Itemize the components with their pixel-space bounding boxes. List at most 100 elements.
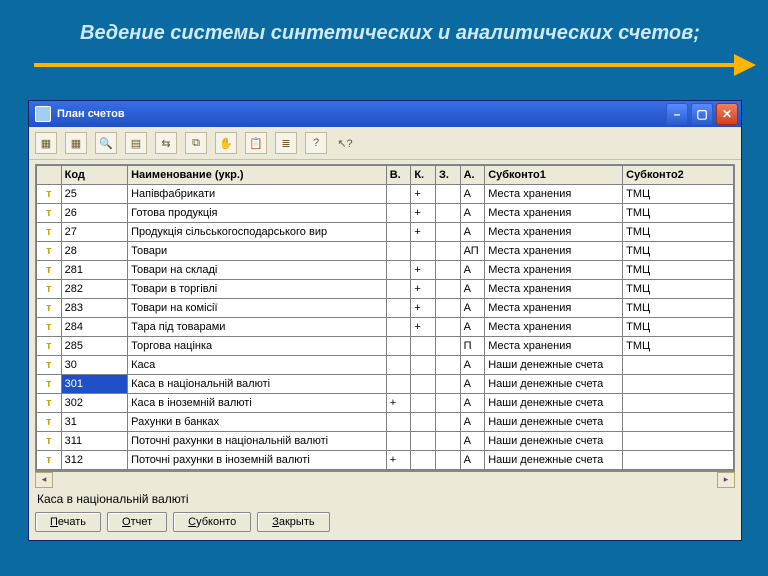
cell-a[interactable]: А bbox=[460, 375, 485, 394]
cell-sub2[interactable]: ТМЦ bbox=[623, 223, 734, 242]
cell-a[interactable]: АП bbox=[460, 242, 485, 261]
cell-sub1[interactable]: Места хранения bbox=[485, 204, 623, 223]
cell-z[interactable] bbox=[435, 280, 460, 299]
table-row[interactable]: т311Поточні рахунки в національній валют… bbox=[37, 432, 734, 451]
cell-code[interactable]: 302 bbox=[61, 394, 127, 413]
cell-name[interactable]: Каса в національній валюті bbox=[128, 375, 387, 394]
cell-sub1[interactable]: Места хранения bbox=[485, 318, 623, 337]
cell-sub2[interactable] bbox=[623, 394, 734, 413]
cell-v[interactable] bbox=[386, 413, 411, 432]
cell-name[interactable]: Тара під товарами bbox=[128, 318, 387, 337]
cell-name[interactable]: Каса bbox=[128, 356, 387, 375]
cell-z[interactable] bbox=[435, 413, 460, 432]
table-row[interactable]: т284Тара під товарами+АМеста храненияТМЦ bbox=[37, 318, 734, 337]
tool-find-icon[interactable]: 🔍 bbox=[95, 132, 117, 154]
cell-name[interactable]: Готова продукція bbox=[128, 204, 387, 223]
cell-z[interactable] bbox=[435, 318, 460, 337]
cell-k[interactable]: + bbox=[411, 261, 436, 280]
cell-z[interactable] bbox=[435, 299, 460, 318]
close-window-button[interactable]: Закрыть bbox=[257, 512, 329, 532]
table-row[interactable]: т26Готова продукція+АМеста храненияТМЦ bbox=[37, 204, 734, 223]
cell-name[interactable]: Каса в іноземній валюті bbox=[128, 394, 387, 413]
cell-code[interactable]: 25 bbox=[61, 185, 127, 204]
cell-a[interactable]: А bbox=[460, 394, 485, 413]
cell-a[interactable]: А bbox=[460, 318, 485, 337]
cell-z[interactable] bbox=[435, 394, 460, 413]
cell-v[interactable]: + bbox=[386, 394, 411, 413]
cell-code[interactable]: 284 bbox=[61, 318, 127, 337]
cell-k[interactable]: + bbox=[411, 223, 436, 242]
table-row[interactable]: т312Поточні рахунки в іноземній валюті+А… bbox=[37, 451, 734, 470]
cell-code[interactable]: 27 bbox=[61, 223, 127, 242]
cell-k[interactable]: + bbox=[411, 299, 436, 318]
maximize-button[interactable]: ▢ bbox=[691, 103, 713, 125]
cell-v[interactable] bbox=[386, 299, 411, 318]
cell-z[interactable] bbox=[435, 451, 460, 470]
cell-v[interactable] bbox=[386, 318, 411, 337]
col-sub1-header[interactable]: Субконто1 bbox=[485, 166, 623, 185]
tool-hand-icon[interactable]: ✋ bbox=[215, 132, 237, 154]
cell-k[interactable] bbox=[411, 242, 436, 261]
cell-name[interactable]: Поточні рахунки в іноземній валюті bbox=[128, 451, 387, 470]
cell-a[interactable]: А bbox=[460, 432, 485, 451]
cell-v[interactable] bbox=[386, 432, 411, 451]
cell-k[interactable]: + bbox=[411, 204, 436, 223]
table-row[interactable]: т25Напівфабрикати+АМеста храненияТМЦ bbox=[37, 185, 734, 204]
cell-sub1[interactable]: Наши денежные счета bbox=[485, 413, 623, 432]
cell-name[interactable]: Торгова націнка bbox=[128, 337, 387, 356]
close-button[interactable]: ✕ bbox=[716, 103, 738, 125]
cell-code[interactable]: 312 bbox=[61, 451, 127, 470]
cell-code[interactable]: 311 bbox=[61, 432, 127, 451]
cell-name[interactable]: Товари в торгівлі bbox=[128, 280, 387, 299]
cell-z[interactable] bbox=[435, 337, 460, 356]
tool-new-icon[interactable]: ▦ bbox=[35, 132, 57, 154]
cell-k[interactable]: + bbox=[411, 318, 436, 337]
table-row[interactable]: т27Продукція сільськогосподарського вир+… bbox=[37, 223, 734, 242]
cell-z[interactable] bbox=[435, 375, 460, 394]
cell-k[interactable] bbox=[411, 337, 436, 356]
cell-sub1[interactable]: Места хранения bbox=[485, 337, 623, 356]
cell-sub2[interactable]: ТМЦ bbox=[623, 299, 734, 318]
cell-z[interactable] bbox=[435, 432, 460, 451]
cell-a[interactable]: А bbox=[460, 451, 485, 470]
table-row[interactable]: т31Рахунки в банкахАНаши денежные счета bbox=[37, 413, 734, 432]
tool-edit-icon[interactable]: ▦ bbox=[65, 132, 87, 154]
cell-name[interactable]: Напівфабрикати bbox=[128, 185, 387, 204]
cell-sub1[interactable]: Места хранения bbox=[485, 261, 623, 280]
tool-copy-icon[interactable]: ⧉ bbox=[185, 132, 207, 154]
cell-sub1[interactable]: Наши денежные счета bbox=[485, 451, 623, 470]
cell-sub1[interactable]: Наши денежные счета bbox=[485, 375, 623, 394]
cell-sub2[interactable] bbox=[623, 451, 734, 470]
cell-code[interactable]: 301 bbox=[61, 375, 127, 394]
cell-a[interactable]: А bbox=[460, 356, 485, 375]
cell-sub2[interactable] bbox=[623, 432, 734, 451]
cell-a[interactable]: А bbox=[460, 204, 485, 223]
cell-sub2[interactable] bbox=[623, 356, 734, 375]
cell-a[interactable]: А bbox=[460, 413, 485, 432]
cell-code[interactable]: 30 bbox=[61, 356, 127, 375]
cell-a[interactable]: А bbox=[460, 299, 485, 318]
cell-a[interactable]: А bbox=[460, 223, 485, 242]
cell-sub2[interactable]: ТМЦ bbox=[623, 280, 734, 299]
cell-a[interactable]: А bbox=[460, 185, 485, 204]
cell-name[interactable]: Товари bbox=[128, 242, 387, 261]
cell-code[interactable]: 26 bbox=[61, 204, 127, 223]
cell-v[interactable] bbox=[386, 223, 411, 242]
tool-whatsthis-icon[interactable]: ↖? bbox=[335, 133, 355, 153]
cell-a[interactable]: А bbox=[460, 261, 485, 280]
cell-v[interactable] bbox=[386, 261, 411, 280]
tool-help-icon[interactable]: ? bbox=[305, 132, 327, 154]
cell-sub2[interactable]: ТМЦ bbox=[623, 185, 734, 204]
tool-grid-icon[interactable]: ▤ bbox=[125, 132, 147, 154]
cell-k[interactable]: + bbox=[411, 185, 436, 204]
table-row[interactable]: т28ТовариАПМеста храненияТМЦ bbox=[37, 242, 734, 261]
cell-name[interactable]: Поточні рахунки в національній валюті bbox=[128, 432, 387, 451]
col-sub2-header[interactable]: Субконто2 bbox=[623, 166, 734, 185]
tool-paste-icon[interactable]: 📋 bbox=[245, 132, 267, 154]
cell-z[interactable] bbox=[435, 185, 460, 204]
cell-z[interactable] bbox=[435, 261, 460, 280]
col-z-header[interactable]: З. bbox=[435, 166, 460, 185]
col-a-header[interactable]: А. bbox=[460, 166, 485, 185]
cell-sub1[interactable]: Наши денежные счета bbox=[485, 356, 623, 375]
table-row[interactable]: т281Товари на складі+АМеста храненияТМЦ bbox=[37, 261, 734, 280]
